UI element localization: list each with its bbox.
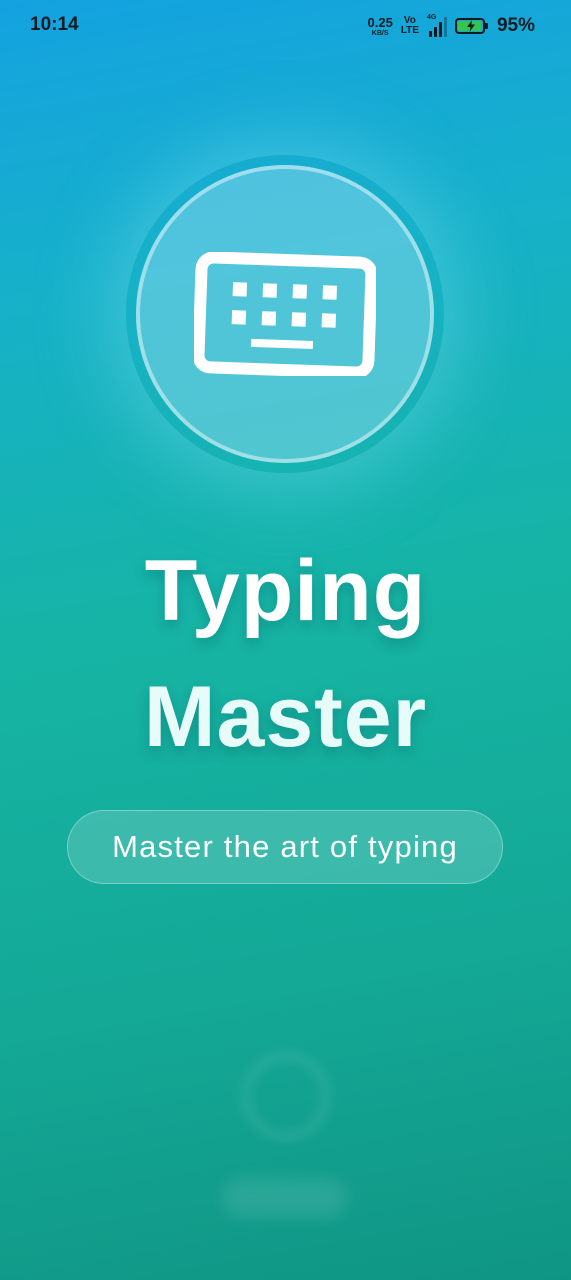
tagline-text: Master the art of typing bbox=[112, 829, 458, 864]
signal-icon: 4G bbox=[426, 14, 447, 37]
network-speed-indicator: 0.25 KB/S bbox=[368, 16, 393, 37]
battery-charging-icon bbox=[454, 18, 488, 34]
keyboard-icon bbox=[194, 252, 376, 376]
network-speed-unit: KB/S bbox=[371, 29, 389, 37]
status-time: 10:14 bbox=[30, 14, 79, 35]
app-title-line-2: Master bbox=[143, 669, 428, 765]
tagline-pill: Master the art of typing bbox=[67, 810, 503, 884]
network-speed-value: 0.25 bbox=[367, 14, 393, 30]
network-type-label: 4G bbox=[426, 14, 437, 21]
status-bar: 10:14 0.25 KB/S Vo LTE 4G 95% bbox=[0, 0, 571, 52]
loading-indicator-base bbox=[222, 1178, 348, 1218]
signal-bar bbox=[433, 27, 437, 37]
loading-indicator bbox=[240, 1050, 332, 1142]
signal-bar bbox=[428, 31, 432, 37]
signal-bar bbox=[438, 22, 442, 37]
app-title-line-1: Typing bbox=[144, 543, 427, 639]
app-logo bbox=[136, 165, 434, 463]
battery-percent: 95% bbox=[496, 15, 535, 36]
volte-bottom-label: LTE bbox=[400, 25, 419, 36]
volte-icon: Vo LTE bbox=[401, 16, 419, 36]
status-icons: 0.25 KB/S Vo LTE 4G 95% bbox=[368, 13, 535, 39]
charging-bolt-icon bbox=[466, 20, 475, 32]
signal-bar bbox=[443, 17, 447, 37]
